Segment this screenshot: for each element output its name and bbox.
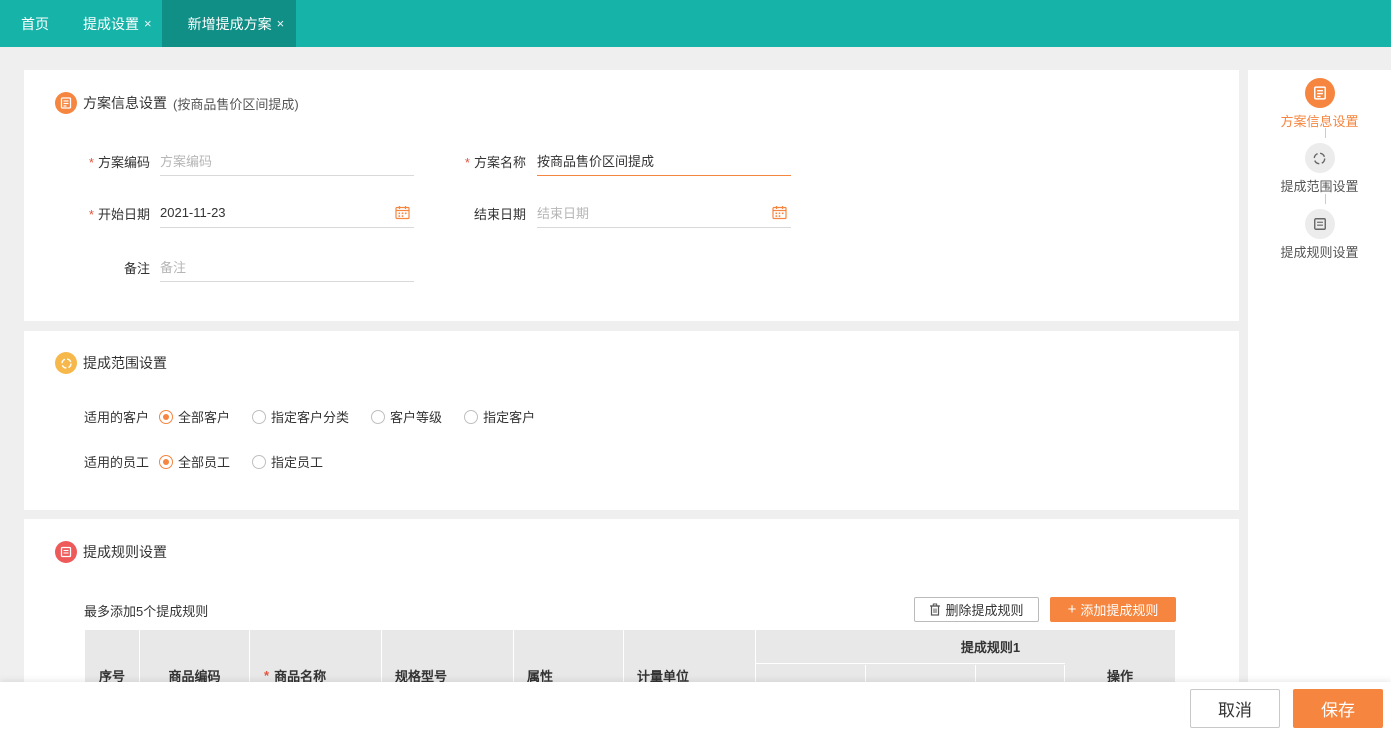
customer-scope-row: 适用的客户 全部客户 指定客户分类 客户等级 指定客户: [84, 407, 557, 426]
tab-new-commission-plan-label: 新增提成方案: [187, 15, 272, 32]
calendar-icon[interactable]: [772, 205, 787, 220]
scope-icon: [55, 352, 77, 374]
list-icon: [1304, 209, 1335, 239]
plus-icon: +: [1067, 601, 1077, 618]
end-date-field: 结束日期 结束日期: [456, 198, 791, 228]
document-icon: [55, 92, 77, 114]
customer-scope-label: 适用的客户: [84, 410, 150, 425]
end-date-placeholder: 结束日期: [537, 206, 590, 221]
remark-input[interactable]: 备注: [160, 252, 414, 282]
cancel-button[interactable]: 取消: [1190, 689, 1280, 728]
col-rule-group: 提成规则1: [756, 630, 1065, 664]
radio-dot: [371, 409, 386, 424]
employee-scope-label: 适用的员工: [84, 455, 150, 470]
plan-name-field: * 方案名称 按商品售价区间提成: [456, 146, 791, 176]
radio-all-customers[interactable]: 全部客户: [159, 407, 230, 426]
step-scope[interactable]: 提成范围设置: [1248, 143, 1391, 195]
end-date-label: 结束日期: [473, 206, 526, 222]
calendar-icon[interactable]: [395, 205, 410, 220]
start-date-value: 2021-11-23: [160, 205, 226, 220]
tab-commission-settings-label: 提成设置: [83, 15, 139, 32]
step-scope-label: 提成范围设置: [1280, 179, 1359, 194]
tab-commission-settings[interactable]: 提成设置 ×: [73, 0, 162, 47]
delete-rule-button[interactable]: 删除提成规则: [914, 597, 1039, 622]
document-icon: [1304, 78, 1335, 108]
tab-new-commission-plan[interactable]: 新增提成方案 ×: [161, 0, 297, 47]
step-connector: [1325, 194, 1326, 204]
scope-card: 提成范围设置 适用的客户 全部客户 指定客户分类 客户等级 指定客户 适用的员工…: [24, 331, 1239, 510]
start-date-label: * 开始日期: [88, 206, 150, 222]
plan-info-subtitle: (按商品售价区间提成): [173, 96, 299, 112]
save-button[interactable]: 保存: [1293, 689, 1383, 728]
scope-icon: [1304, 143, 1335, 173]
step-connector: [1325, 128, 1326, 138]
radio-customer-level[interactable]: 客户等级: [371, 407, 442, 426]
step-plan-info[interactable]: 方案信息设置: [1248, 78, 1391, 130]
radio-customer-category[interactable]: 指定客户分类: [252, 407, 349, 426]
radio-dot: [464, 409, 479, 424]
step-rules-label: 提成规则设置: [1280, 245, 1359, 260]
step-rules[interactable]: 提成规则设置: [1248, 209, 1391, 261]
end-date-input[interactable]: 结束日期: [537, 198, 791, 228]
radio-dot: [159, 454, 174, 469]
add-rule-button[interactable]: + 添加提成规则: [1050, 597, 1176, 622]
trash-icon: [930, 603, 941, 616]
delete-rule-label: 删除提成规则: [945, 603, 1024, 618]
remark-label: 备注: [123, 260, 150, 276]
plan-name-label: * 方案名称: [464, 154, 526, 170]
plan-code-input[interactable]: 方案编码: [160, 146, 414, 176]
top-tab-bar: 首页 提成设置 × 新增提成方案 ×: [0, 0, 1391, 47]
plan-code-label: * 方案编码: [88, 154, 150, 170]
rules-limit-note: 最多添加5个提成规则: [84, 604, 209, 619]
start-date-field: * 开始日期 2021-11-23: [80, 198, 415, 228]
plan-code-field: * 方案编码 方案编码: [80, 146, 415, 176]
radio-dot: [252, 454, 267, 469]
tab-home-label: 首页: [21, 15, 49, 32]
employee-scope-row: 适用的员工 全部员工 指定员工: [84, 452, 345, 471]
scope-title: 提成范围设置: [83, 355, 167, 371]
remark-field: 备注 备注: [80, 252, 415, 282]
tab-home[interactable]: 首页: [0, 0, 73, 47]
plan-info-title: 方案信息设置: [83, 95, 167, 111]
plan-info-header: 方案信息设置 (按商品售价区间提成): [55, 92, 299, 114]
scope-header: 提成范围设置: [55, 352, 167, 374]
step-navigator: 方案信息设置 提成范围设置 提成规则设置: [1248, 70, 1391, 710]
radio-specific-employee[interactable]: 指定员工: [252, 452, 323, 471]
close-icon[interactable]: ×: [277, 16, 285, 31]
plan-info-card: 方案信息设置 (按商品售价区间提成) * 方案编码 方案编码 * 方案名称 按商品售…: [24, 70, 1239, 321]
step-plan-info-label: 方案信息设置: [1280, 114, 1359, 129]
radio-dot: [159, 409, 174, 424]
start-date-input[interactable]: 2021-11-23: [160, 198, 414, 228]
plan-name-input[interactable]: 按商品售价区间提成: [537, 146, 791, 176]
radio-specific-customer[interactable]: 指定客户: [464, 407, 535, 426]
rules-title: 提成规则设置: [83, 544, 167, 560]
close-icon[interactable]: ×: [144, 16, 152, 31]
radio-all-employees[interactable]: 全部员工: [159, 452, 230, 471]
add-rule-label: 添加提成规则: [1080, 603, 1159, 618]
list-icon: [55, 541, 77, 563]
rules-header: 提成规则设置: [55, 541, 167, 563]
bottom-action-bar: 取消 保存: [0, 682, 1391, 735]
radio-dot: [252, 409, 267, 424]
